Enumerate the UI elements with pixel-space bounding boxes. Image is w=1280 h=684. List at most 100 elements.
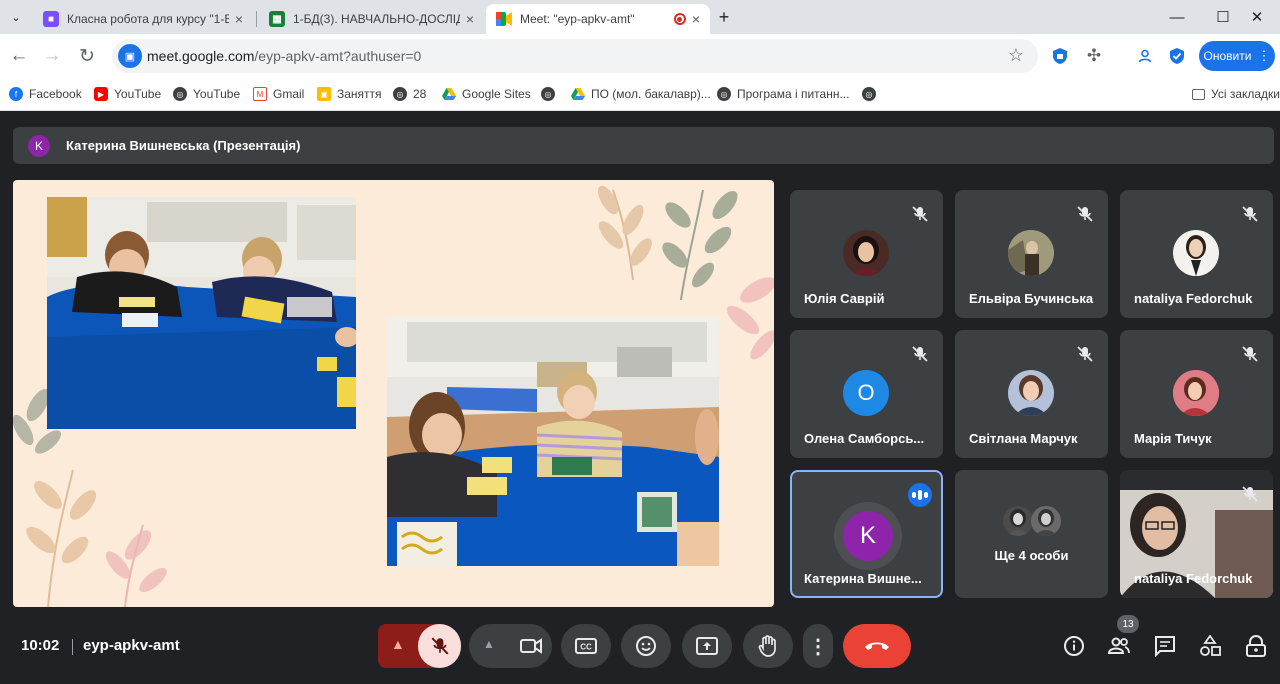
tab-strip: ⌄ ■ Класна робота для курсу "1-БД(3) × ▦… bbox=[0, 0, 1280, 34]
host-controls-button[interactable] bbox=[1244, 634, 1268, 658]
meeting-controls-bar: 10:02 eyp-apkv-amt ▲ ▲ CC ⋮ 13 bbox=[0, 612, 1280, 684]
bookmark-po[interactable]: ПО (мол. бакалавр)... bbox=[571, 84, 711, 104]
mic-off-icon bbox=[1077, 206, 1093, 222]
tab-classroom[interactable]: ■ Класна робота для курсу "1-БД(3) × bbox=[33, 4, 253, 34]
more-options-button[interactable]: ⋮ bbox=[803, 624, 833, 668]
browser-chrome: ⌄ ■ Класна робота для курсу "1-БД(3) × ▦… bbox=[0, 0, 1280, 111]
participant-name: Юлія Саврій bbox=[804, 291, 885, 306]
meeting-details-button[interactable] bbox=[1062, 634, 1086, 658]
bookmark-google-sites[interactable]: Google Sites bbox=[442, 84, 531, 104]
url-text[interactable]: meet.google.com/eyp-apkv-amt?authuser=0 bbox=[147, 48, 421, 64]
participant-name: Марія Тичук bbox=[1134, 431, 1212, 446]
bookmark-star-icon[interactable]: ☆ bbox=[1008, 45, 1024, 66]
tab-search-button[interactable]: ⌄ bbox=[0, 0, 32, 34]
more-vert-icon: ⋮ bbox=[808, 635, 828, 658]
svg-text:CC: CC bbox=[580, 643, 592, 652]
chat-button[interactable] bbox=[1153, 634, 1177, 658]
bookmark-youtube-2[interactable]: ◎ YouTube bbox=[173, 84, 240, 104]
close-window-button[interactable]: ✕ bbox=[1234, 0, 1280, 34]
more-participants-label: Ще 4 особи bbox=[994, 548, 1069, 563]
globe-icon: ◎ bbox=[173, 87, 187, 101]
raise-hand-button[interactable] bbox=[743, 624, 793, 668]
info-icon bbox=[1064, 636, 1084, 656]
bookmarks-bar: f Facebook ▶ YouTube ◎ YouTube M Gmail ▣ Заня… bbox=[0, 78, 1280, 111]
address-bar[interactable]: ▣ meet.google.com/eyp-apkv-amt?authuser=… bbox=[112, 39, 1038, 73]
more-participants-tile[interactable]: Ще 4 особи bbox=[955, 470, 1108, 598]
mic-off-button[interactable] bbox=[418, 624, 461, 668]
extensions-icon[interactable]: ✣ bbox=[1083, 45, 1105, 67]
microphone-control: ▲ bbox=[378, 624, 461, 668]
participant-name: Ельвіра Бучинська bbox=[969, 291, 1094, 306]
minimize-button[interactable]: — bbox=[1154, 0, 1200, 34]
activities-button[interactable] bbox=[1198, 634, 1222, 658]
speaking-indicator-icon bbox=[908, 483, 932, 507]
meet-icon bbox=[496, 11, 512, 27]
captions-button[interactable]: CC bbox=[561, 624, 611, 668]
participant-name: Олена Самборсь... bbox=[804, 431, 925, 446]
self-view-tile[interactable]: nataliya Fedorchuk bbox=[1120, 470, 1273, 598]
people-button[interactable]: 13 bbox=[1107, 615, 1139, 658]
globe-icon: ◎ bbox=[541, 87, 555, 101]
globe-icon: ◎ bbox=[717, 87, 731, 101]
separator bbox=[72, 639, 73, 655]
present-screen-button[interactable] bbox=[682, 624, 732, 668]
all-bookmarks[interactable]: Усі закладки bbox=[1192, 84, 1280, 104]
participant-tile[interactable]: Юлія Саврій bbox=[790, 190, 943, 318]
video-camera-icon[interactable]: ▣ bbox=[118, 44, 142, 68]
close-icon[interactable]: × bbox=[466, 11, 474, 27]
back-button[interactable]: ← bbox=[3, 40, 35, 72]
security-check-icon[interactable] bbox=[1166, 45, 1188, 67]
bookmark-28[interactable]: ◎ 28 bbox=[393, 84, 426, 104]
participant-tile[interactable]: nataliya Fedorchuk bbox=[1120, 190, 1273, 318]
participant-tile[interactable]: Марія Тичук bbox=[1120, 330, 1273, 458]
google-drive-icon bbox=[571, 87, 585, 101]
forward-button[interactable]: → bbox=[36, 40, 68, 72]
update-button[interactable]: Оновити ⋮ bbox=[1199, 41, 1275, 71]
mic-off-icon bbox=[1242, 206, 1258, 222]
bookmark-globe[interactable]: ◎ bbox=[541, 84, 561, 104]
tab-sheets[interactable]: ▦ 1-БД(3). НАВЧАЛЬНО-ДОСЛІДНИЦ × bbox=[259, 4, 484, 34]
participant-tile[interactable]: Світлана Марчук bbox=[955, 330, 1108, 458]
mic-off-icon bbox=[1242, 346, 1258, 362]
activities-icon bbox=[1200, 635, 1221, 656]
shield-icon[interactable] bbox=[1049, 45, 1071, 67]
bookmark-globe-2[interactable]: ◎ bbox=[862, 84, 882, 104]
profile-icon[interactable] bbox=[1134, 45, 1156, 67]
participant-name: nataliya Fedorchuk bbox=[1134, 291, 1253, 306]
participant-tile[interactable]: О Олена Самборсь... bbox=[790, 330, 943, 458]
present-to-all-icon bbox=[696, 637, 718, 655]
new-tab-button[interactable]: + bbox=[711, 0, 737, 34]
close-icon[interactable]: × bbox=[692, 11, 700, 27]
mic-off-icon bbox=[1242, 486, 1258, 502]
bookmark-gmail[interactable]: M Gmail bbox=[253, 84, 304, 104]
bookmark-facebook[interactable]: f Facebook bbox=[9, 84, 82, 104]
classroom-icon: ■ bbox=[43, 11, 59, 27]
reload-button[interactable]: ↻ bbox=[71, 40, 103, 72]
bookmark-youtube[interactable]: ▶ YouTube bbox=[94, 84, 161, 104]
leave-call-button[interactable] bbox=[843, 624, 911, 668]
participant-tile[interactable]: Ельвіра Бучинська bbox=[955, 190, 1108, 318]
more-vert-icon: ⋮ bbox=[1257, 48, 1271, 63]
video-camera-icon bbox=[519, 638, 542, 654]
bookmark-program[interactable]: ◎ Програма і питанн... bbox=[717, 84, 849, 104]
close-icon[interactable]: × bbox=[235, 11, 243, 27]
participant-tile-active-speaker[interactable]: K Катерина Вишне... bbox=[790, 470, 943, 598]
mic-options-button[interactable]: ▲ bbox=[391, 636, 405, 652]
presentation-slide bbox=[13, 180, 774, 607]
reactions-button[interactable] bbox=[621, 624, 671, 668]
meeting-code: eyp-apkv-amt bbox=[83, 637, 180, 654]
camera-options-button[interactable]: ▲ bbox=[483, 637, 495, 651]
mic-off-icon bbox=[912, 346, 928, 362]
avatar bbox=[1173, 370, 1219, 416]
participant-name: nataliya Fedorchuk bbox=[1134, 571, 1253, 586]
camera-button[interactable] bbox=[509, 624, 552, 668]
bookmark-classes[interactable]: ▣ Заняття bbox=[317, 84, 382, 104]
tab-meet[interactable]: Meet: "eyp-apkv-amt" × bbox=[486, 4, 710, 34]
mic-off-icon bbox=[912, 206, 928, 222]
avatar bbox=[1008, 230, 1054, 276]
chat-icon bbox=[1155, 636, 1175, 657]
recording-icon bbox=[673, 13, 686, 25]
google-drive-icon bbox=[442, 87, 456, 101]
avatar: K bbox=[843, 511, 893, 561]
facebook-icon: f bbox=[9, 87, 23, 101]
